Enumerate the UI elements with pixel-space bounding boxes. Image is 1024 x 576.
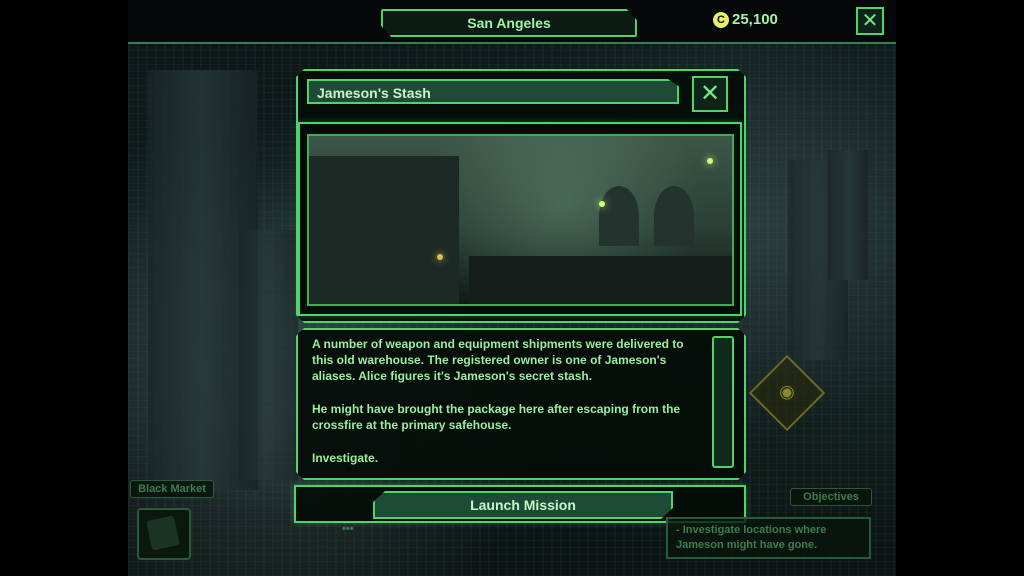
light-glow: [599, 201, 605, 207]
silo: [654, 186, 694, 246]
credits-display: C 25,100: [713, 11, 778, 28]
mission-description: A number of weapon and equipment shipmen…: [312, 336, 707, 483]
description-scrollbar[interactable]: [712, 336, 734, 468]
warehouse-wall: [309, 156, 459, 304]
black-market-icon: [146, 515, 180, 551]
close-icon: ✕: [861, 10, 879, 32]
launch-mission-button[interactable]: Launch Mission: [373, 491, 673, 519]
silo: [599, 186, 639, 246]
objectives-label: Objectives: [790, 488, 872, 506]
mission-image: [307, 134, 734, 306]
description-paragraph: A number of weapon and equipment shipmen…: [312, 337, 684, 383]
close-icon: ✕: [699, 80, 721, 107]
black-market-label: Black Market: [130, 480, 214, 498]
credit-icon: C: [713, 11, 729, 28]
dialog-close-button[interactable]: ✕: [692, 76, 728, 112]
black-market-button[interactable]: [137, 508, 191, 560]
location-title: San Angeles: [381, 9, 637, 37]
ground: [469, 256, 732, 304]
skyscraper: [828, 150, 868, 280]
credits-amount: 25,100: [732, 11, 778, 28]
partial-label: •••: [342, 523, 354, 535]
objectives-text: - Investigate locations where Jameson mi…: [666, 517, 871, 559]
eye-icon: ◉: [779, 381, 795, 402]
mission-title: Jameson's Stash: [307, 79, 679, 104]
description-paragraph: He might have brought the package here a…: [312, 402, 681, 432]
skyscraper: [238, 230, 298, 480]
description-paragraph: Investigate.: [312, 451, 379, 465]
light-glow: [707, 158, 713, 164]
main-close-button[interactable]: ✕: [856, 7, 884, 35]
light-glow: [437, 254, 443, 260]
